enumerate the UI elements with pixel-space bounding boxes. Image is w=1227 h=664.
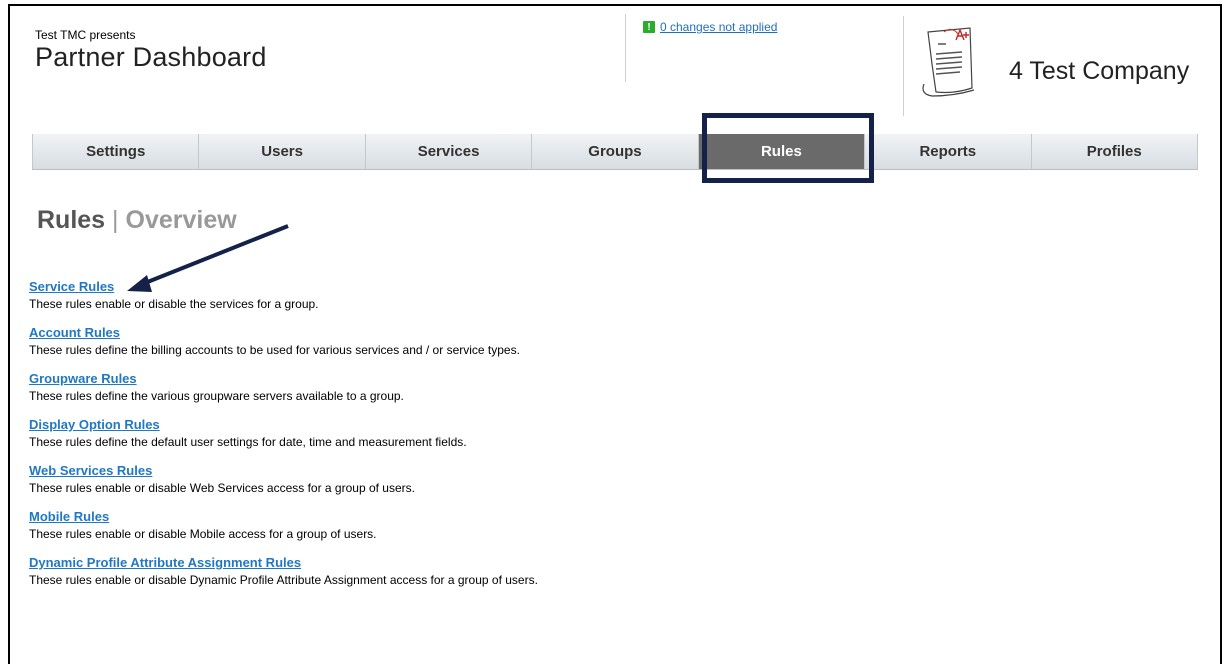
tab-groups[interactable]: Groups [532,134,699,169]
page-heading: Rules | Overview [37,206,237,235]
rules-list: Service Rules These rules enable or disa… [29,278,929,600]
list-item: Mobile Rules These rules enable or disab… [29,508,929,541]
rule-description: These rules define the default user sett… [29,435,467,449]
dashboard-title: Partner Dashboard [35,42,267,72]
changes-status: ! 0 changes not applied [643,20,777,34]
list-item: Account Rules These rules define the bil… [29,324,929,357]
dynamic-profile-attribute-assignment-rules-link[interactable]: Dynamic Profile Attribute Assignment Rul… [29,555,301,570]
presents-label: Test TMC presents [35,28,136,42]
rule-description: These rules define the billing accounts … [29,343,520,357]
tab-services[interactable]: Services [365,134,533,169]
report-card-a-plus-icon [922,27,975,97]
list-item: Groupware Rules These rules define the v… [29,370,929,403]
rule-description: These rules enable or disable Web Servic… [29,481,415,495]
tab-users[interactable]: Users [199,134,366,169]
page-subtitle: Overview [125,206,237,234]
web-services-rules-link[interactable]: Web Services Rules [29,463,152,478]
mobile-rules-link[interactable]: Mobile Rules [29,509,109,524]
list-item: Service Rules These rules enable or disa… [29,278,929,311]
list-item: Display Option Rules These rules define … [29,416,929,449]
rule-description: These rules define the various groupware… [29,389,404,403]
tab-profiles[interactable]: Profiles [1031,134,1198,169]
display-option-rules-link[interactable]: Display Option Rules [29,417,160,432]
rule-description: These rules enable or disable Dynamic Pr… [29,573,538,587]
page-title: Rules [37,206,106,234]
main-nav: Settings Users Services Groups Rules Rep… [32,134,1198,170]
header-divider [903,16,904,116]
rule-description: These rules enable or disable Mobile acc… [29,527,377,541]
tab-reports[interactable]: Reports [865,134,1032,169]
rule-description: These rules enable or disable the servic… [29,297,319,311]
list-item: Web Services Rules These rules enable or… [29,462,929,495]
list-item: Dynamic Profile Attribute Assignment Rul… [29,554,929,587]
groupware-rules-link[interactable]: Groupware Rules [29,371,137,386]
tab-settings[interactable]: Settings [32,134,200,169]
account-rules-link[interactable]: Account Rules [29,325,120,340]
alert-icon: ! [643,21,655,33]
service-rules-link[interactable]: Service Rules [29,279,114,294]
heading-separator: | [112,206,119,234]
company-name: 4 Test Company [1009,57,1190,85]
rules-tab-highlight [702,113,874,183]
header-divider [625,14,626,82]
changes-not-applied-link[interactable]: 0 changes not applied [660,20,777,34]
